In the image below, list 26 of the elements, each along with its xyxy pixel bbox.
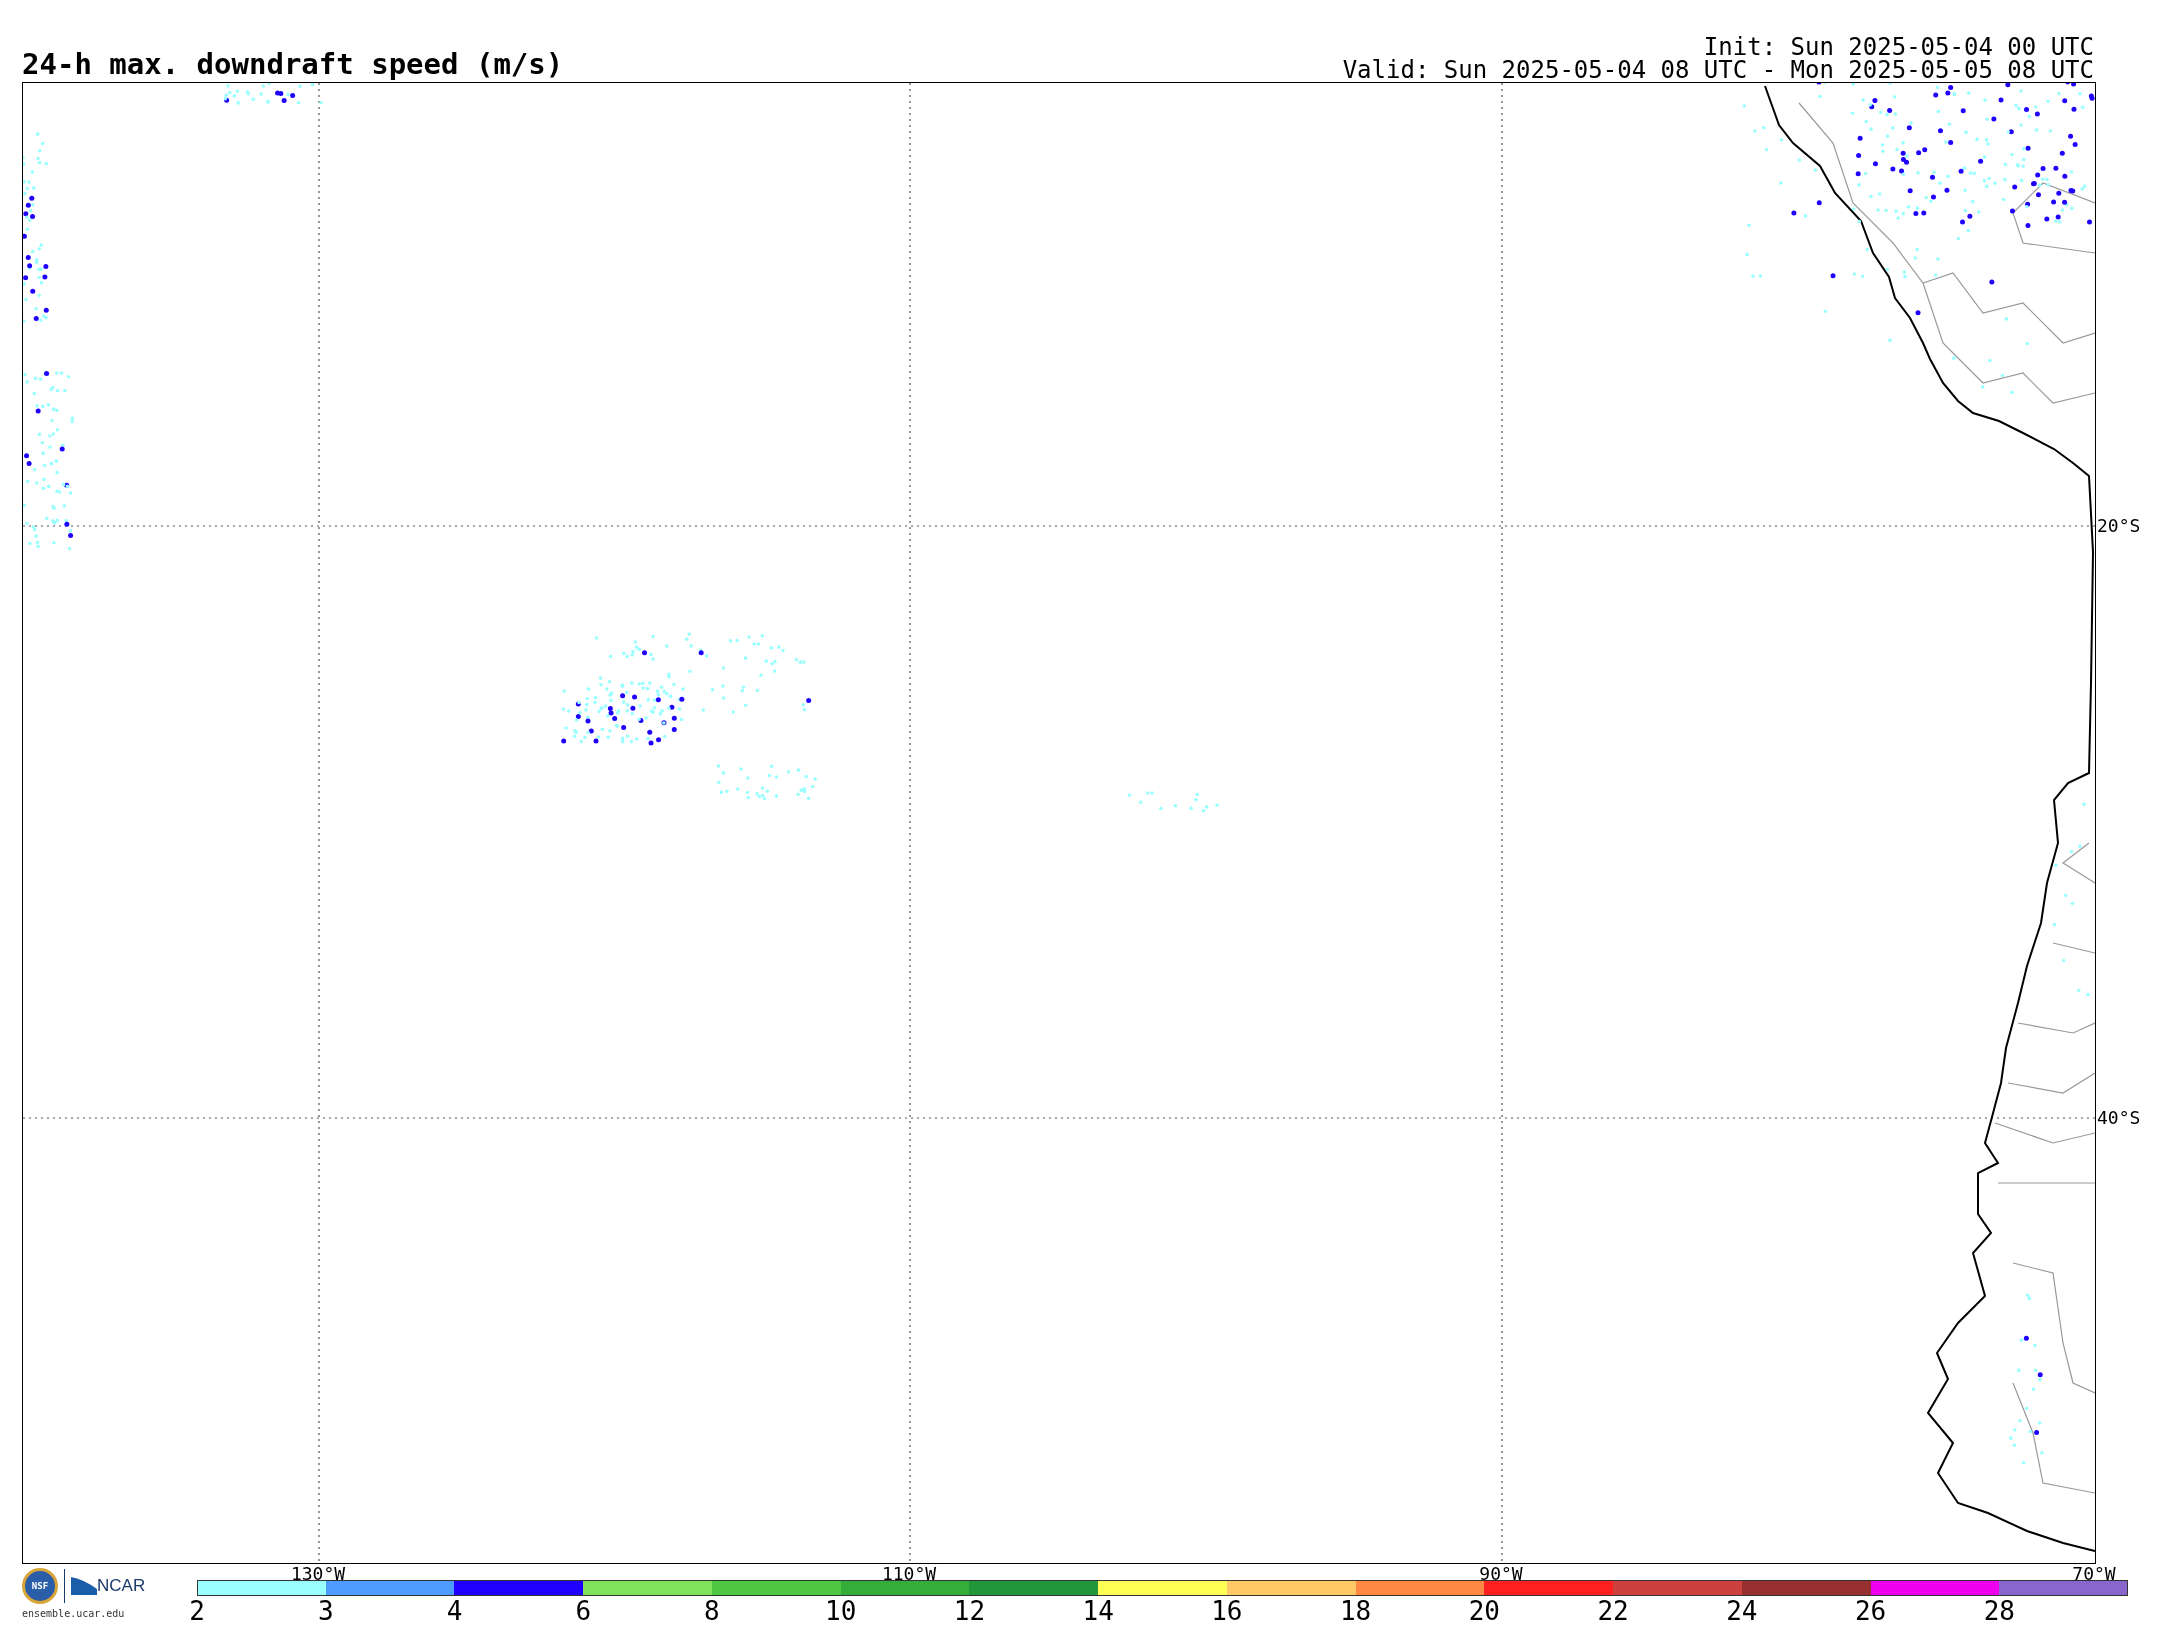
colorbar-tick-label: 3: [317, 1596, 334, 1626]
longitude-label: 130°W: [290, 1564, 346, 1584]
longitude-label: 90°W: [1479, 1564, 1523, 1584]
colorbar-tick-label: 12: [953, 1596, 986, 1626]
site-url: ensemble.ucar.edu: [22, 1608, 125, 1619]
colorbar-tick-label: 16: [1211, 1596, 1243, 1626]
colorbar-tick-label: 20: [1468, 1596, 1500, 1626]
colorbar-tick-label: 28: [1983, 1596, 2015, 1626]
colorbar-tick-label: 8: [704, 1596, 720, 1626]
colorbar-tick-label: 4: [446, 1596, 463, 1626]
org-logo-text: NCAR: [97, 1576, 146, 1596]
colorbar-tick-label: 18: [1339, 1596, 1372, 1626]
colorbar-tick-label: 24: [1726, 1596, 1758, 1626]
colorbar-tick-label: 22: [1597, 1596, 1629, 1626]
colorbar-tick-label: 26: [1854, 1596, 1887, 1626]
colorbar-tick-label: 14: [1082, 1596, 1114, 1626]
colorbar-tick-label: 6: [575, 1596, 592, 1626]
longitude-label: 70°W: [2072, 1564, 2116, 1584]
longitude-label: 110°W: [881, 1564, 937, 1584]
chart-title: 24-h max. downdraft speed (m/s): [22, 46, 564, 82]
colorbar-tick-label: 10: [825, 1596, 857, 1626]
colorbar-tick-label: 2: [189, 1596, 205, 1626]
ncar-logo-icon: [71, 1577, 97, 1595]
valid-time: Valid: Sun 2025-05-04 08 UTC - Mon 2025-05-05 08 UTC: [1342, 59, 2094, 82]
init-time: Init: Sun 2025-05-04 00 UTC: [1702, 36, 2094, 59]
seal-logo: NSF: [22, 1568, 58, 1604]
